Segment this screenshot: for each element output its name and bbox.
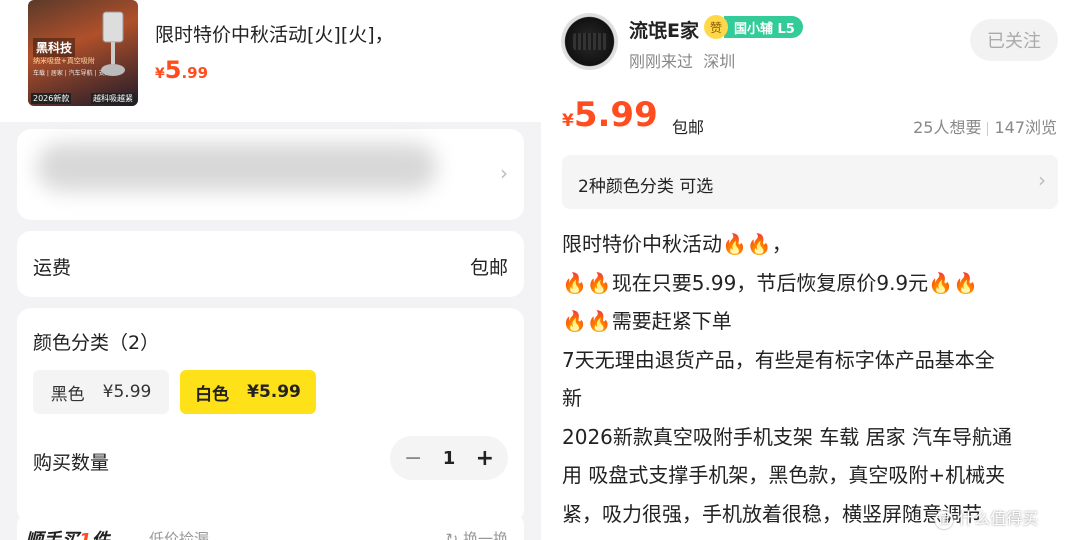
add-on-prefix: 顺手买 — [25, 530, 79, 540]
option-name: 白色 — [195, 384, 230, 405]
order-panel: 黑科技 纳米吸盘+真空吸附 车载 | 居家 | 汽车导航 | 支架 2026新款… — [0, 0, 541, 540]
options-summary: 2种颜色分类 可选 — [578, 177, 714, 197]
views-count: 147浏览 — [994, 118, 1057, 137]
seller-location: 深圳 — [703, 52, 736, 71]
thumb-year: 2026新款 — [31, 93, 72, 104]
price-currency: ¥ — [562, 111, 574, 131]
desc-line: 🔥🔥现在只要5.99，节后恢复原价9.9元🔥🔥 — [562, 270, 978, 295]
quantity-value[interactable]: 1 — [443, 448, 456, 469]
seller-name[interactable]: 流氓E家 — [629, 16, 699, 43]
options-selector[interactable]: 2种颜色分类 可选 › — [562, 155, 1058, 209]
chevron-right-icon: › — [500, 161, 508, 185]
address-card[interactable]: › — [17, 129, 524, 220]
blurred-address — [37, 143, 437, 191]
fire-icon: 🔥🔥 — [562, 309, 612, 333]
divider — [987, 121, 989, 136]
product-header: 黑科技 纳米吸盘+真空吸附 车载 | 居家 | 汽车导航 | 支架 2026新款… — [0, 0, 541, 122]
option-chip-white[interactable]: 白色 ¥5.99 — [180, 370, 316, 414]
desc-line: 7天无理由退货产品，有些是有标字体产品基本全 — [562, 347, 995, 372]
refresh-button[interactable]: ↻ 换一换 — [446, 528, 508, 540]
option-name: 黑色 — [50, 384, 85, 405]
fire-icon: 🔥🔥 — [928, 270, 978, 295]
chevron-right-icon: › — [1038, 168, 1046, 192]
add-on-suffix: 件 — [92, 530, 110, 540]
product-title: 限时特价中秋活动[火][火]， — [155, 24, 394, 46]
desc-line: 用 吸盘式支撑手机架，黑色款，真空吸附+机械夹 — [562, 463, 1006, 487]
thumb-subtitle: 纳米吸盘+真空吸附 — [33, 57, 95, 65]
shipping-row: 运费 包邮 — [17, 231, 524, 297]
product-thumbnail[interactable]: 黑科技 纳米吸盘+真空吸附 车载 | 居家 | 汽车导航 | 支架 2026新款… — [28, 0, 138, 106]
refresh-icon: ↻ — [445, 530, 463, 540]
follow-button[interactable]: 已关注 — [970, 19, 1058, 61]
description: 限时特价中秋活动🔥🔥， 🔥🔥现在只要5.99，节后恢复原价9.9元🔥🔥 🔥🔥需要… — [562, 225, 1058, 533]
listing-panel: 流氓E家 国小辅 L5 赞 刚刚来过 深圳 已关注 ¥5.99 包邮 25人想要… — [541, 0, 1080, 540]
watermark: 值 什么值得买 — [935, 505, 1038, 529]
shipping-label: 运费 — [33, 257, 72, 279]
watermark-logo-icon: 值 — [935, 510, 953, 529]
add-on-count: 1 — [79, 530, 92, 540]
price-int: 5 — [164, 56, 182, 84]
phone-holder-illustration — [101, 11, 125, 76]
price-dec: .99 — [181, 64, 209, 82]
color-options-title: 颜色分类（2） — [33, 332, 160, 354]
thumb-tag: 越科吸越紧 — [91, 93, 135, 104]
desc-line: 新 — [562, 386, 582, 410]
price-value: 5.99 — [573, 95, 658, 135]
fire-icon: 🔥🔥 — [722, 232, 772, 256]
watermark-text: 什么值得买 — [958, 509, 1039, 528]
increment-button[interactable]: + — [476, 446, 494, 471]
fire-icon: 🔥🔥 — [562, 270, 612, 295]
option-price: ¥5.99 — [102, 382, 152, 402]
zan-badge-icon: 赞 — [704, 15, 728, 39]
wants-count: 25人想要 — [913, 118, 982, 137]
level-badge: 国小辅 L5 — [724, 16, 803, 38]
option-chip-black[interactable]: 黑色 ¥5.99 — [33, 370, 169, 414]
decrement-button[interactable]: − — [404, 446, 422, 471]
add-on-title: 顺手买1件 — [25, 526, 110, 540]
last-seen: 刚刚来过 — [629, 52, 694, 71]
thumb-badge: 黑科技 — [33, 38, 76, 57]
desc-line: 2026新款真空吸附手机支架 车载 居家 汽车导航通 — [562, 424, 1012, 449]
option-price: ¥5.99 — [247, 382, 301, 402]
price-currency: ¥ — [155, 66, 165, 82]
avatar[interactable] — [561, 13, 618, 70]
seller-meta: 刚刚来过 深圳 — [629, 48, 735, 72]
listing-shipping: 包邮 — [672, 118, 705, 137]
listing-price: ¥5.99 — [562, 95, 658, 135]
options-card: 颜色分类（2） 黑色 ¥5.99 白色 ¥5.99 购买数量 − 1 + — [17, 308, 524, 523]
quantity-label: 购买数量 — [33, 452, 110, 474]
refresh-label: 换一换 — [462, 530, 508, 540]
product-price: ¥5.99 — [155, 56, 208, 84]
listing-stats: 25人想要 147浏览 — [913, 114, 1057, 138]
add-on-subtitle: 低价捡漏 — [149, 530, 210, 540]
quantity-stepper: − 1 + — [390, 436, 508, 480]
desc-line: 限时特价中秋活动🔥🔥， — [562, 232, 792, 256]
add-on-strip: 顺手买1件 低价捡漏 ↻ 换一换 — [17, 512, 524, 540]
shipping-value: 包邮 — [469, 257, 508, 279]
desc-line: 🔥🔥需要赶紧下单 — [562, 309, 732, 333]
